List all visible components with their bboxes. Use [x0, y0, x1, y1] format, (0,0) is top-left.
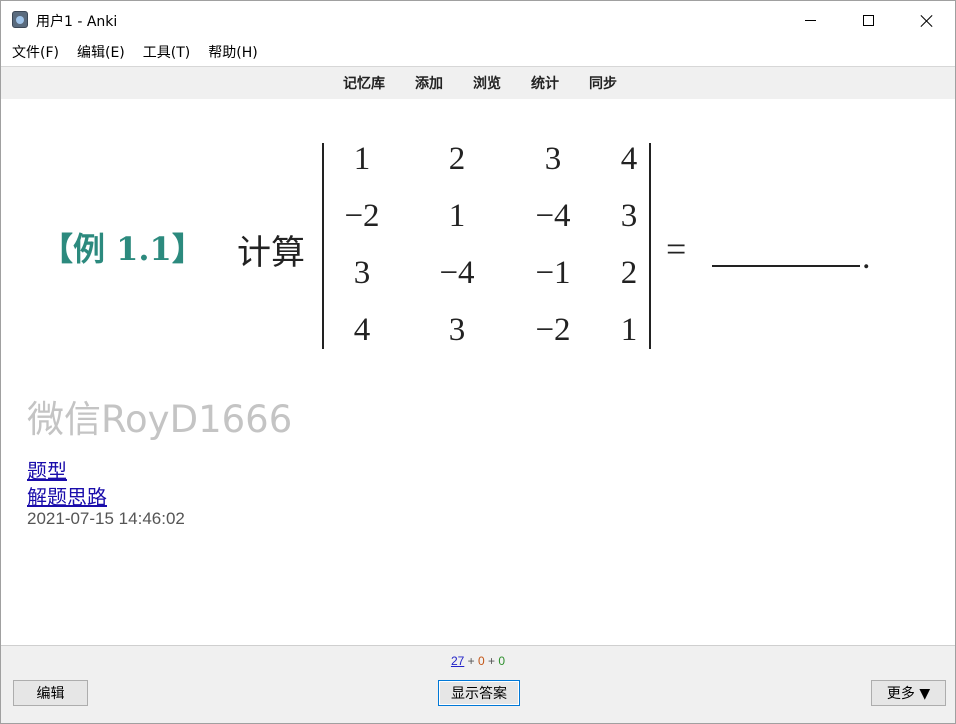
calc-label: 计算: [237, 233, 305, 273]
toolbar-add[interactable]: 添加: [400, 73, 458, 93]
matrix-cell: 4: [620, 141, 638, 177]
determinant-left-bar: [322, 143, 324, 349]
question-image: 【例 1.1】 计算 1 2 3 4 −2 1 −4 3 3 −4 −1 2 4…: [29, 135, 889, 360]
matrix-cell: 2: [620, 255, 638, 291]
window-title: 用户1 - Anki: [36, 14, 118, 30]
card-view: 【例 1.1】 计算 1 2 3 4 −2 1 −4 3 3 −4 −1 2 4…: [1, 99, 955, 645]
bottom-bar: 27 + 0 + 0 编辑 显示答案 更多 ▼: [1, 645, 955, 723]
count-learn: 0: [477, 654, 485, 668]
matrix-cell: −2: [535, 312, 571, 348]
toolbar-browse[interactable]: 浏览: [458, 73, 516, 93]
link-question-type[interactable]: 题型: [27, 455, 67, 484]
matrix-cell: 3: [353, 255, 371, 291]
anki-window: 用户1 - Anki 文件(F) 编辑(E) 工具(T) 帮助(H) 记忆库 添…: [0, 0, 956, 724]
minimize-icon: [804, 19, 816, 21]
close-button[interactable]: [897, 1, 955, 39]
period-mark: .: [862, 239, 871, 276]
menu-edit[interactable]: 编辑(E): [68, 42, 134, 62]
matrix-cell: 1: [353, 141, 371, 177]
edit-button[interactable]: 编辑: [13, 680, 88, 706]
title-bar: 用户1 - Anki: [1, 1, 955, 39]
matrix-cell: 3: [544, 141, 562, 177]
toolbar-decks[interactable]: 记忆库: [328, 73, 400, 93]
matrix-cell: −2: [344, 198, 380, 234]
matrix-cell: 2: [448, 141, 466, 177]
matrix-cell: 1: [620, 312, 638, 348]
matrix-cell: 3: [620, 198, 638, 234]
due-counts: 27 + 0 + 0: [1, 654, 955, 668]
minimize-button[interactable]: [781, 1, 839, 39]
menu-bar: 文件(F) 编辑(E) 工具(T) 帮助(H): [1, 39, 955, 65]
toolbar-sync[interactable]: 同步: [574, 73, 632, 93]
count-new[interactable]: 27: [451, 654, 464, 668]
maximize-icon: [862, 14, 874, 26]
watermark-text: 微信RoyD1666: [27, 398, 293, 441]
count-review: 0: [498, 654, 506, 668]
matrix-cell: −1: [535, 255, 571, 291]
show-answer-button[interactable]: 显示答案: [438, 680, 520, 706]
maximize-button[interactable]: [839, 1, 897, 39]
toolbar-stats[interactable]: 统计: [516, 73, 574, 93]
anki-app-icon: [12, 11, 28, 28]
answer-blank: [712, 265, 860, 267]
menu-file[interactable]: 文件(F): [3, 42, 68, 62]
close-icon: [920, 14, 933, 27]
matrix-cell: −4: [535, 198, 571, 234]
matrix-cell: 4: [353, 312, 371, 348]
matrix-cell: 3: [448, 312, 466, 348]
count-separator: +: [464, 654, 478, 668]
more-button[interactable]: 更多 ▼: [871, 680, 946, 706]
matrix-cell: 1: [448, 198, 466, 234]
card-timestamp: 2021-07-15 14:46:02: [27, 509, 185, 528]
link-solution-approach[interactable]: 解题思路: [27, 481, 107, 510]
menu-help[interactable]: 帮助(H): [199, 42, 266, 62]
equals-sign: =: [666, 229, 687, 269]
deck-toolbar: 记忆库 添加 浏览 统计 同步: [1, 66, 955, 99]
matrix-cell: −4: [439, 255, 475, 291]
example-label: 【例 1.1】: [41, 230, 204, 268]
count-separator: +: [484, 654, 499, 668]
menu-tools[interactable]: 工具(T): [134, 42, 199, 62]
